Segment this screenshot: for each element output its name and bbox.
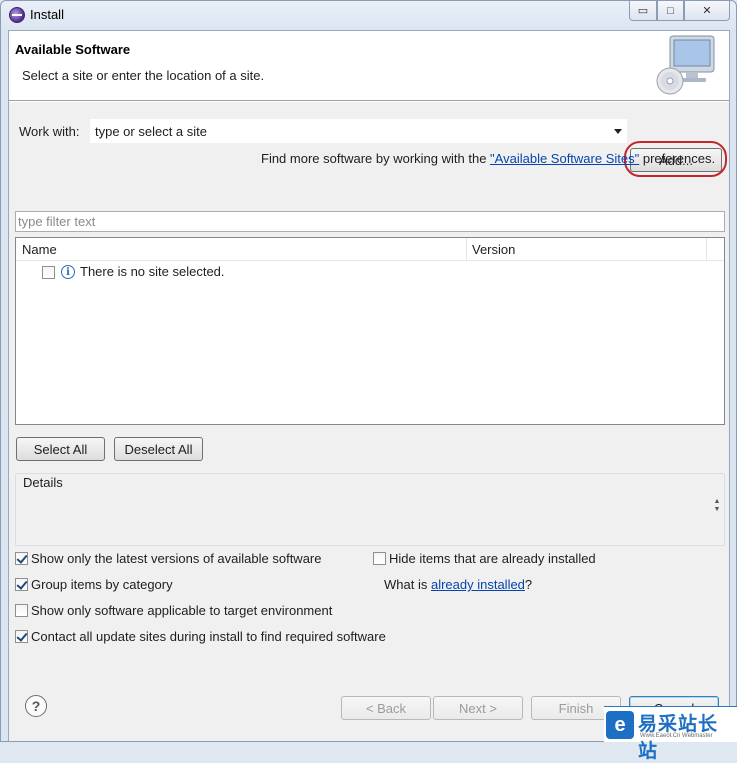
info-icon: i	[61, 265, 75, 279]
eclipse-icon	[9, 7, 25, 23]
watermark-logo: e	[606, 711, 634, 739]
what-is-suffix: ?	[524, 577, 533, 592]
filter-placeholder: type filter text	[18, 214, 96, 229]
find-more-text: Find more software by working with the "…	[261, 151, 715, 166]
close-button[interactable]: ✕	[684, 1, 730, 21]
show-latest-checkbox[interactable]	[15, 552, 28, 565]
banner: Available Software Select a site or ente…	[9, 31, 729, 101]
dialog-client: Available Software Select a site or ente…	[8, 30, 730, 741]
watermark-sub: Www.Eaeol.Cn Webmaster	[640, 733, 713, 739]
maximize-icon: □	[667, 4, 674, 17]
applicable-only-label[interactable]: Show only software applicable to target …	[31, 603, 332, 618]
minimize-button[interactable]: ▭	[629, 1, 657, 21]
group-by-category-label[interactable]: Group items by category	[31, 577, 173, 592]
title-bar[interactable]: Install ▭ □ ✕	[1, 1, 736, 30]
what-is-installed-text: What is already installed?	[384, 577, 532, 592]
show-latest-label[interactable]: Show only the latest versions of availab…	[31, 551, 322, 566]
software-tree[interactable]: Name Version i There is no site selected…	[15, 237, 725, 425]
banner-title: Available Software	[15, 42, 131, 57]
work-with-value: type or select a site	[95, 124, 207, 139]
back-button[interactable]: < Back	[341, 696, 431, 720]
filter-input[interactable]: type filter text	[15, 211, 725, 232]
tree-row[interactable]: i There is no site selected.	[16, 262, 724, 282]
column-divider[interactable]	[466, 238, 467, 261]
window-title: Install	[30, 7, 64, 22]
select-all-button[interactable]: Select All	[16, 437, 105, 461]
deselect-all-button[interactable]: Deselect All	[114, 437, 203, 461]
dropdown-arrow-icon[interactable]	[614, 129, 622, 134]
install-window: Install ▭ □ ✕ Available Software Select …	[0, 0, 737, 742]
minimize-icon: ▭	[637, 5, 649, 17]
maximize-button[interactable]: □	[657, 1, 684, 21]
column-divider-end[interactable]	[706, 238, 707, 261]
contact-sites-checkbox[interactable]	[15, 630, 28, 643]
applicable-only-checkbox[interactable]	[15, 604, 28, 617]
next-button[interactable]: Next >	[433, 696, 523, 720]
hide-installed-label[interactable]: Hide items that are already installed	[389, 551, 596, 566]
column-version[interactable]: Version	[472, 242, 515, 257]
help-icon[interactable]: ?	[25, 695, 47, 717]
dialog-body: Work with: type or select a site Add... …	[9, 102, 729, 741]
column-name[interactable]: Name	[22, 242, 57, 257]
what-is-prefix: What is	[384, 577, 431, 592]
watermark: e 易采站长站 Www.Eaeol.Cn Webmaster	[604, 706, 737, 762]
details-text[interactable]	[16, 494, 724, 542]
contact-sites-label[interactable]: Contact all update sites during install …	[31, 629, 386, 644]
details-scrollbar[interactable]: ▲ ▼	[712, 498, 722, 520]
already-installed-link[interactable]: already installed	[431, 577, 525, 592]
tree-header: Name Version	[16, 238, 724, 261]
close-icon: ✕	[702, 5, 712, 17]
find-more-suffix: preferences.	[639, 151, 716, 166]
work-with-combo[interactable]: type or select a site	[90, 119, 627, 143]
group-by-category-checkbox[interactable]	[15, 578, 28, 591]
details-group: Details ▲ ▼	[15, 473, 725, 546]
monitor-cd-icon	[656, 35, 715, 95]
available-software-sites-link[interactable]: "Available Software Sites"	[490, 151, 639, 166]
hide-installed-checkbox[interactable]	[373, 552, 386, 565]
details-label: Details	[23, 475, 63, 490]
find-more-prefix: Find more software by working with the	[261, 151, 491, 166]
banner-subtitle: Select a site or enter the location of a…	[22, 68, 265, 83]
row-checkbox[interactable]	[42, 266, 55, 279]
row-text: There is no site selected.	[80, 264, 225, 279]
work-with-label: Work with:	[19, 124, 80, 139]
